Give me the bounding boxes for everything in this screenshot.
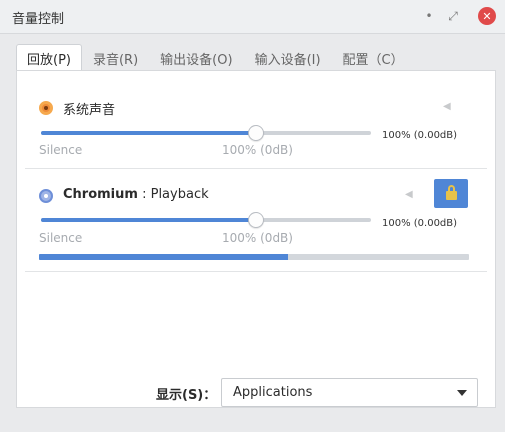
lock-icon	[445, 185, 457, 200]
slider-thumb[interactable]	[247, 212, 264, 228]
tab-configuration[interactable]: 配置（C）	[332, 44, 415, 72]
show-select[interactable]: Applications	[221, 378, 478, 407]
close-button[interactable]: ✕	[478, 7, 496, 25]
stream-detail: Playback	[150, 187, 209, 202]
volume-slider[interactable]	[41, 212, 371, 228]
title-bar: 音量控制 • ⤢ ✕	[0, 0, 505, 34]
slider-fill	[41, 218, 256, 222]
volume-slider[interactable]	[41, 125, 371, 141]
tick-100-percent: 100% (0dB)	[222, 231, 293, 245]
chromium-icon	[39, 189, 53, 203]
slider-fill	[41, 131, 256, 135]
show-label: 显示(S)：	[156, 388, 217, 403]
stream-separator: :	[137, 187, 151, 202]
stream-row-system-sounds: 系统声音 ◀ 100% (0.00dB) Silence 100% (0dB)	[25, 83, 487, 169]
mute-toggle-icon[interactable]: ◀	[443, 101, 451, 112]
level-meter	[39, 254, 469, 260]
minimize-button[interactable]: •	[421, 8, 437, 24]
level-meter-fill	[39, 254, 289, 260]
playback-panel: 系统声音 ◀ 100% (0.00dB) Silence 100% (0dB) …	[16, 70, 496, 408]
stream-name: 系统声音	[63, 103, 116, 118]
maximize-button[interactable]: ⤢	[445, 8, 461, 24]
tab-output-devices[interactable]: 输出设备(O)	[149, 44, 243, 72]
chevron-down-icon	[457, 390, 467, 396]
speaker-icon	[39, 101, 53, 115]
tick-silence: Silence	[39, 143, 83, 157]
stream-row-chromium: Chromium : Playback ◀ 100% (0.00dB) Sile…	[25, 170, 487, 272]
tab-bar: 回放(P) 录音(R) 输出设备(O) 输入设备(I) 配置（C）	[16, 44, 415, 72]
slider-thumb[interactable]	[247, 125, 264, 141]
show-select-value: Applications	[233, 385, 313, 400]
lock-channels-button[interactable]	[434, 179, 468, 208]
tab-recording[interactable]: 录音(R)	[82, 44, 149, 72]
stream-name: Chromium : Playback	[63, 187, 209, 202]
stream-app-name: Chromium	[63, 187, 138, 202]
mute-toggle-icon[interactable]: ◀	[405, 189, 413, 200]
tab-input-devices[interactable]: 输入设备(I)	[244, 44, 332, 72]
tick-100-percent: 100% (0dB)	[222, 143, 293, 157]
volume-readout: 100% (0.00dB)	[382, 130, 458, 141]
volume-readout: 100% (0.00dB)	[382, 218, 458, 229]
window-title: 音量控制	[12, 12, 65, 27]
tab-playback[interactable]: 回放(P)	[16, 44, 82, 72]
tick-silence: Silence	[39, 231, 83, 245]
